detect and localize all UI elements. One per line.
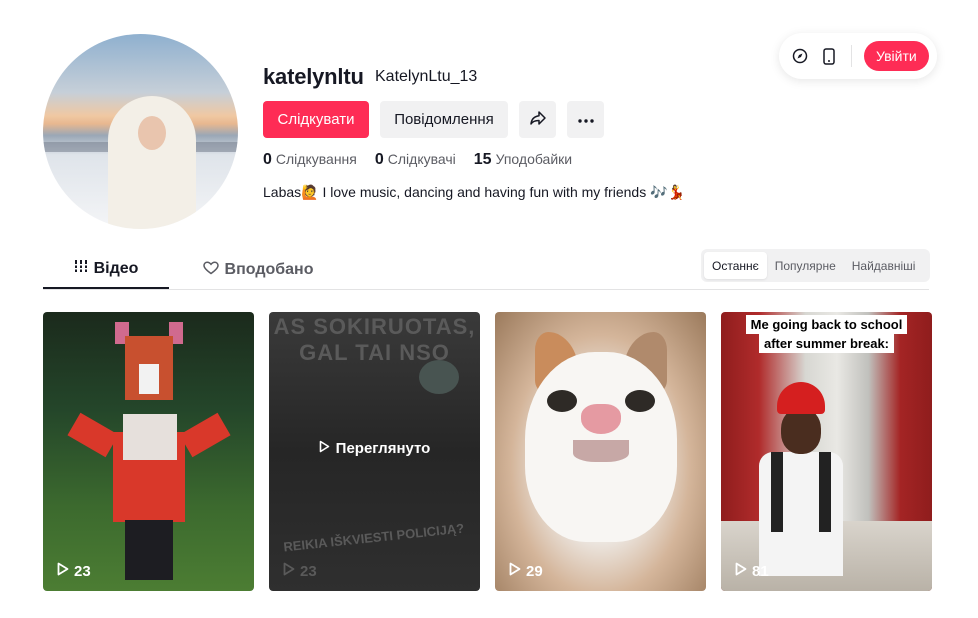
video-overlay-text: REIKIA IŠKVIESTI POLICIJĄ?	[282, 520, 465, 555]
view-count: 29	[509, 562, 543, 580]
video-grid: 23 AS SOKIRUOTAS, GAL TAI NSO Переглянут…	[43, 312, 932, 591]
play-icon	[509, 562, 521, 580]
mobile-phone-icon[interactable]	[820, 46, 839, 66]
play-icon	[735, 562, 747, 580]
more-button[interactable]	[567, 101, 604, 138]
following-count[interactable]: 0 Слідкування	[263, 151, 357, 169]
likes-count: 15 Уподобайки	[473, 151, 573, 168]
tab-liked[interactable]: Вподобано	[183, 250, 333, 290]
video-card[interactable]: Me going back to school after summer bre…	[721, 312, 932, 591]
video-caption: Me going back to school after summer bre…	[721, 315, 932, 353]
sort-latest[interactable]: Останнє	[704, 252, 767, 279]
avatar[interactable]	[43, 34, 238, 229]
nickname: KatelynLtu_13	[375, 68, 478, 85]
profile-actions: Слідкувати Повідомлення	[263, 101, 604, 138]
sort-oldest[interactable]: Найдавніші	[844, 252, 924, 279]
play-icon	[283, 562, 295, 580]
tab-videos[interactable]: Відео	[43, 250, 169, 289]
video-card[interactable]: 29	[495, 312, 706, 591]
divider	[850, 45, 852, 67]
view-count: 23	[57, 562, 91, 580]
video-overlay-text: AS SOKIRUOTAS,	[273, 314, 476, 339]
ufo-icon	[419, 360, 459, 394]
header-actions: Увійти	[779, 33, 937, 79]
followers-count[interactable]: 0 Слідкувачі	[375, 151, 456, 169]
tab-videos-label: Відео	[93, 259, 139, 277]
login-button[interactable]: Увійти	[863, 41, 929, 71]
video-card[interactable]: 23	[43, 312, 254, 591]
username: katelynltu	[263, 64, 364, 89]
play-icon	[57, 562, 69, 580]
message-button[interactable]: Повідомлення	[380, 101, 508, 138]
watched-label: Переглянуто	[269, 440, 480, 457]
sort-popular[interactable]: Популярне	[767, 252, 844, 279]
video-card[interactable]: AS SOKIRUOTAS, GAL TAI NSO Переглянуто R…	[269, 312, 480, 591]
more-icon	[577, 111, 595, 128]
compass-icon[interactable]	[791, 46, 810, 66]
bio: Labas🙋 I love music, dancing and having …	[263, 184, 685, 200]
grid-icon	[73, 259, 88, 278]
share-button[interactable]	[519, 101, 556, 138]
profile-stats: 0 Слідкування 0 Слідкувачі 15 Уподобайки	[263, 151, 572, 169]
tab-liked-label: Вподобано	[224, 261, 314, 278]
sort-control: Останнє Популярне Найдавніші	[701, 249, 930, 282]
follow-button[interactable]: Слідкувати	[263, 101, 369, 138]
play-icon	[319, 440, 330, 457]
share-icon	[529, 109, 547, 131]
view-count: 23	[283, 562, 317, 580]
heart-icon	[202, 260, 219, 280]
view-count: 81	[735, 562, 769, 580]
